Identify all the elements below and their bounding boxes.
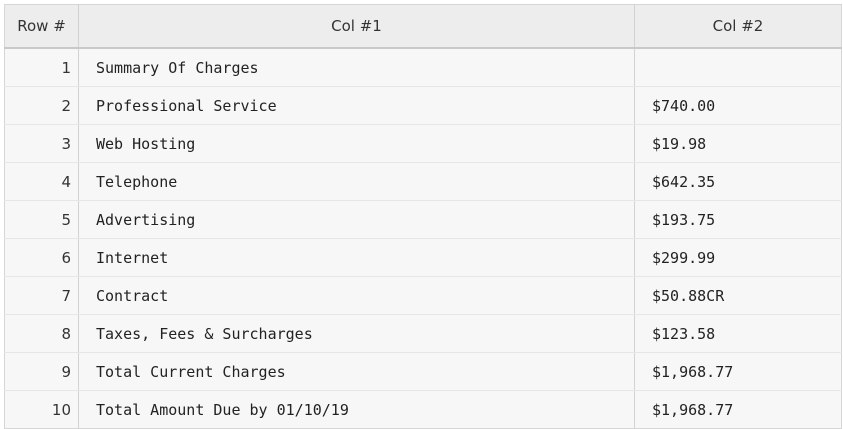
col-1-cell[interactable]: Contract	[78, 276, 635, 315]
header-row: Row # Col #1 Col #2	[4, 4, 842, 49]
table-row[interactable]: 8 Taxes, Fees & Surcharges $123.58	[4, 314, 842, 353]
row-number-cell: 2	[4, 86, 79, 125]
col-2-cell[interactable]: $740.00	[634, 86, 842, 125]
col-2-cell[interactable]: $1,968.77	[634, 352, 842, 391]
col-2-cell[interactable]: $193.75	[634, 200, 842, 239]
row-number-cell: 10	[4, 390, 79, 429]
col-1-cell[interactable]: Taxes, Fees & Surcharges	[78, 314, 635, 353]
table-row[interactable]: 4 Telephone $642.35	[4, 162, 842, 201]
col-2-cell[interactable]: $642.35	[634, 162, 842, 201]
col-2-cell[interactable]: $19.98	[634, 124, 842, 163]
col-1-cell[interactable]: Web Hosting	[78, 124, 635, 163]
row-number-cell: 8	[4, 314, 79, 353]
data-table: Row # Col #1 Col #2 1 Summary Of Charges…	[4, 4, 842, 429]
table-row[interactable]: 5 Advertising $193.75	[4, 200, 842, 239]
header-col-2[interactable]: Col #2	[634, 4, 842, 49]
row-number-cell: 7	[4, 276, 79, 315]
header-col-1[interactable]: Col #1	[78, 4, 635, 49]
table-row[interactable]: 3 Web Hosting $19.98	[4, 124, 842, 163]
row-number-cell: 9	[4, 352, 79, 391]
table-row[interactable]: 7 Contract $50.88CR	[4, 276, 842, 315]
col-1-cell[interactable]: Total Current Charges	[78, 352, 635, 391]
table-row[interactable]: 1 Summary Of Charges	[4, 48, 842, 87]
col-2-cell[interactable]: $299.99	[634, 238, 842, 277]
col-1-cell[interactable]: Total Amount Due by 01/10/19	[78, 390, 635, 429]
col-1-cell[interactable]: Advertising	[78, 200, 635, 239]
row-number-cell: 1	[4, 48, 79, 87]
col-2-cell[interactable]	[634, 48, 842, 87]
row-number-cell: 5	[4, 200, 79, 239]
table-row[interactable]: 10 Total Amount Due by 01/10/19 $1,968.7…	[4, 390, 842, 429]
table-row[interactable]: 6 Internet $299.99	[4, 238, 842, 277]
table-row[interactable]: 9 Total Current Charges $1,968.77	[4, 352, 842, 391]
col-1-cell[interactable]: Summary Of Charges	[78, 48, 635, 87]
row-number-cell: 6	[4, 238, 79, 277]
col-2-cell[interactable]: $50.88CR	[634, 276, 842, 315]
col-1-cell[interactable]: Internet	[78, 238, 635, 277]
row-number-cell: 4	[4, 162, 79, 201]
col-1-cell[interactable]: Professional Service	[78, 86, 635, 125]
col-2-cell[interactable]: $123.58	[634, 314, 842, 353]
col-2-cell[interactable]: $1,968.77	[634, 390, 842, 429]
header-row-number[interactable]: Row #	[4, 4, 79, 49]
table-row[interactable]: 2 Professional Service $740.00	[4, 86, 842, 125]
col-1-cell[interactable]: Telephone	[78, 162, 635, 201]
row-number-cell: 3	[4, 124, 79, 163]
